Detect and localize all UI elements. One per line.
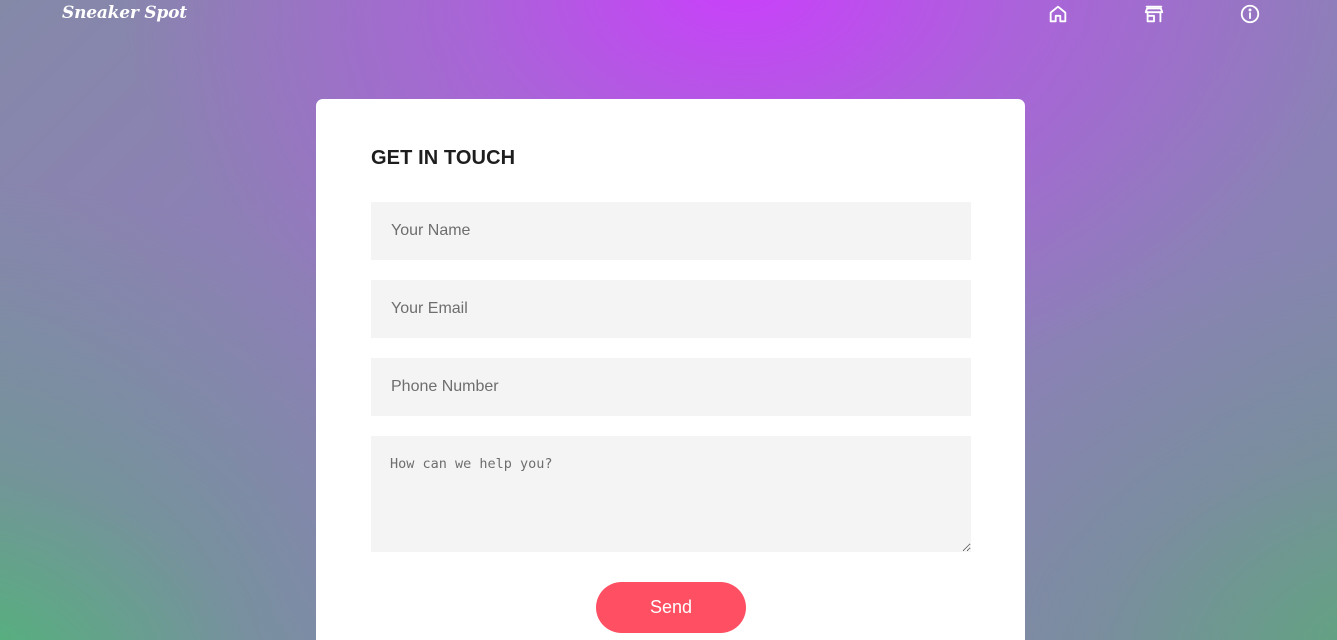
info-icon[interactable]: [1239, 3, 1261, 25]
form-title: GET IN TOUCH: [371, 147, 516, 169]
message-textarea[interactable]: [371, 436, 971, 552]
site-logo[interactable]: Sneaker Spot: [62, 3, 187, 23]
send-button[interactable]: Send: [596, 582, 746, 633]
store-icon[interactable]: [1143, 3, 1165, 25]
email-input[interactable]: [371, 280, 971, 338]
contact-form-card: GET IN TOUCH Send: [316, 99, 1025, 640]
top-navigation-bar: Sneaker Spot: [0, 0, 1337, 32]
phone-input[interactable]: [371, 358, 971, 416]
home-icon[interactable]: [1047, 3, 1069, 25]
name-input[interactable]: [371, 202, 971, 260]
